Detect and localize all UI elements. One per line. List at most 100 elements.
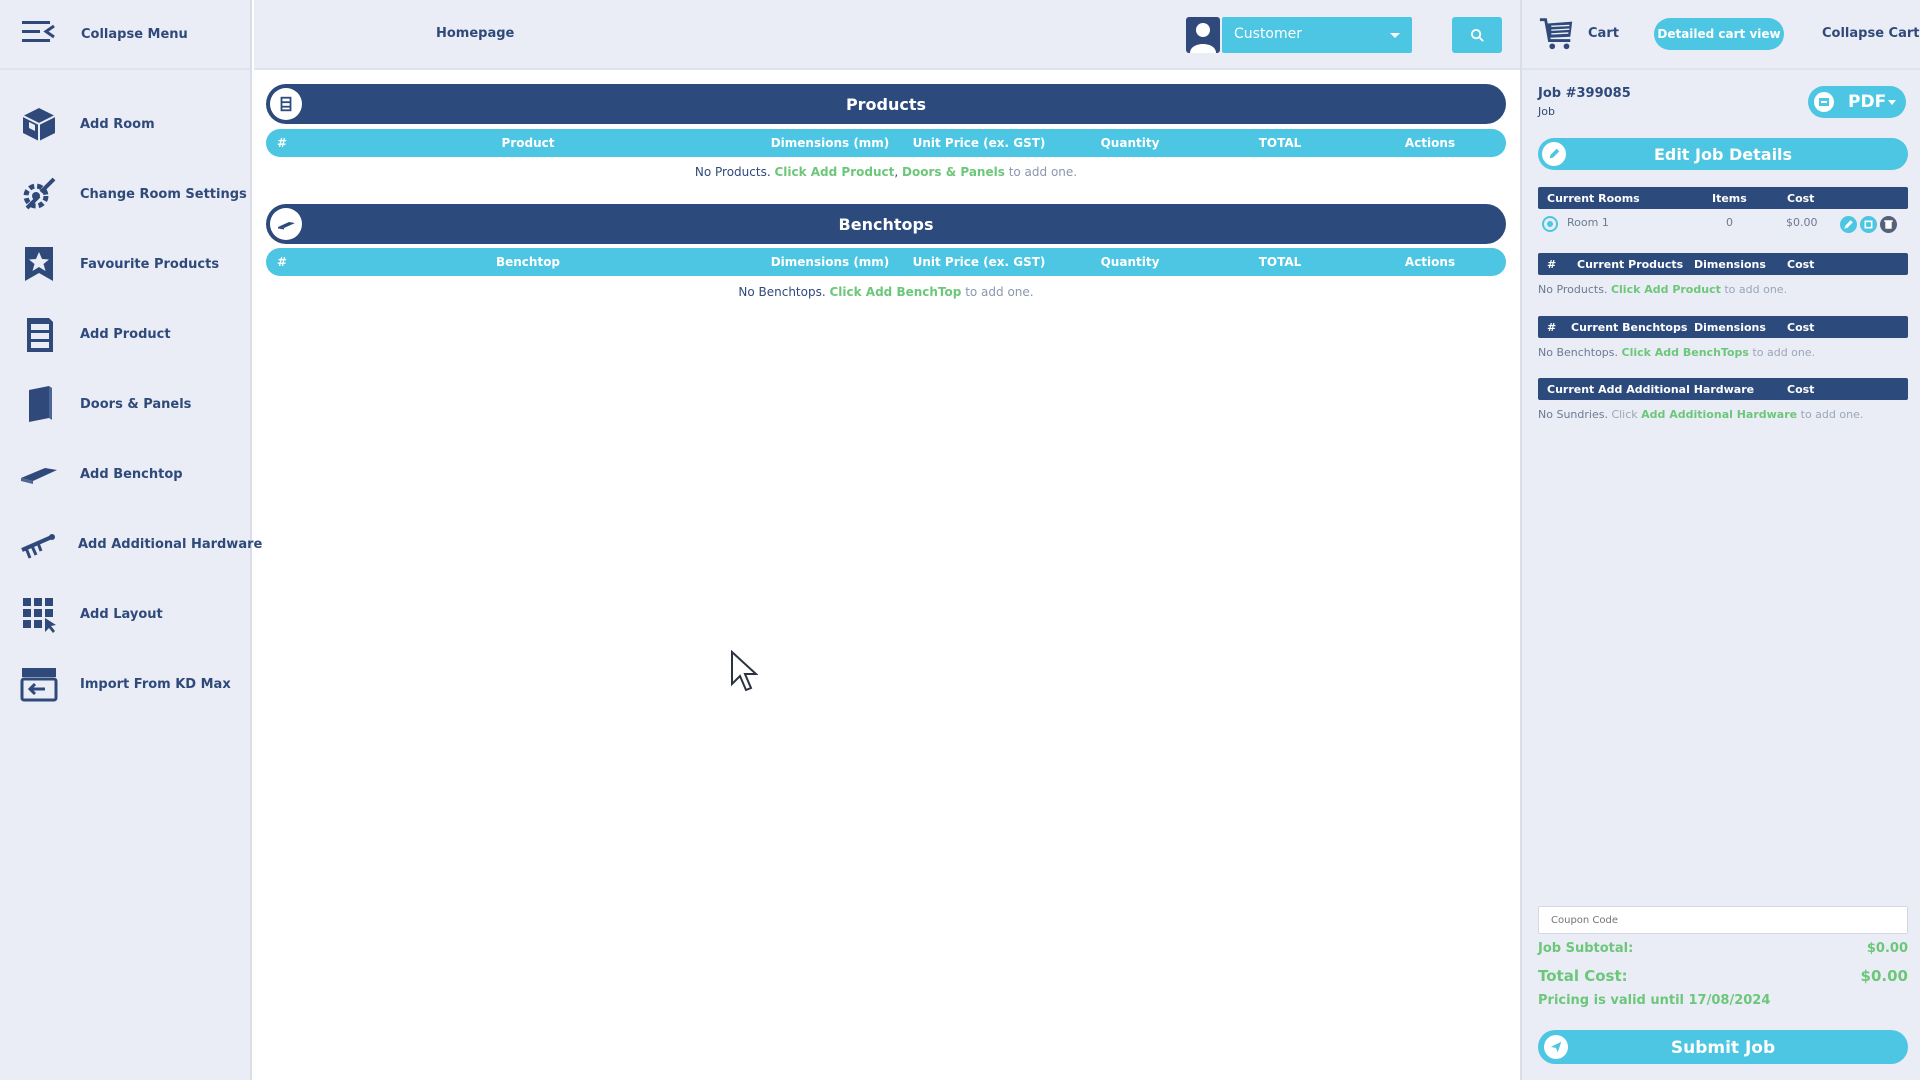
current-products-empty: No Products. Click Add Product to add on… [1538,283,1908,296]
empty-text: No Products. [694,165,771,179]
submit-job-label: Submit Job [1670,1038,1776,1058]
add-benchtop-link[interactable]: Click Add BenchTop [830,285,962,299]
print-icon [1814,92,1834,112]
column-header: Current Rooms [1547,192,1640,205]
cart-panel: Cart Detailed cart view Collapse Cart Jo… [1520,0,1920,1080]
empty-text: No Sundries. [1538,408,1608,421]
subtotal-label: Job Subtotal: [1538,941,1634,956]
rooms-table-header: Current Rooms Items Cost [1538,187,1908,209]
sidebar-item-add-layout[interactable]: Add Layout [0,586,250,642]
left-sidebar: Collapse Menu Add Room Change Room Setti… [0,0,262,1080]
column-header: Product [501,136,555,150]
tools-icon [18,173,60,215]
column-header: Cost [1787,258,1815,271]
cart-header: Cart Detailed cart view Collapse Cart [1522,0,1920,70]
sidebar-item-favourite-products[interactable]: Favourite Products [0,236,250,292]
current-hardware-empty: No Sundries. Click Add Additional Hardwa… [1538,408,1908,421]
collapse-cart-button[interactable]: Collapse Cart [1822,26,1919,41]
add-product-link[interactable]: Click Add Product [774,165,894,179]
room-radio[interactable] [1542,216,1558,232]
collapse-menu-label: Collapse Menu [81,26,188,42]
add-hardware-link[interactable]: Add Additional Hardware [1641,408,1797,421]
column-header: Cost [1787,383,1815,396]
sidebar-item-label: Import From KD Max [80,676,231,692]
collapse-menu-button[interactable]: Collapse Menu [0,0,250,70]
column-header: Actions [1404,136,1456,150]
pdf-dropdown-button[interactable]: PDF [1808,86,1906,118]
chevron-down-icon [1888,100,1896,105]
homepage-link[interactable]: Homepage [436,26,514,41]
detailed-cart-view-button[interactable]: Detailed cart view [1654,18,1784,50]
products-table-header: # Product Dimensions (mm) Unit Price (ex… [266,129,1506,157]
import-icon [18,663,60,705]
column-header: Cost [1787,192,1815,205]
column-header: Unit Price (ex. GST) [912,136,1046,150]
benchtops-table-header: # Benchtop Dimensions (mm) Unit Price (e… [266,248,1506,276]
total-value: $0.00 [1860,967,1908,985]
column-header: Actions [1404,255,1456,269]
validity-text: Pricing is valid until 17/08/2024 [1538,993,1771,1008]
sidebar-item-label: Change Room Settings [80,186,247,202]
empty-text: No Products. [1538,283,1608,296]
doors-panels-link[interactable]: Doors & Panels [902,165,1005,179]
add-benchtops-link[interactable]: Click Add BenchTops [1622,346,1749,359]
customer-select[interactable]: Customer [1222,17,1412,53]
column-header: # [1547,258,1557,271]
pdf-label: PDF [1848,92,1887,112]
search-button[interactable] [1452,17,1502,53]
mouse-cursor-icon [731,650,758,692]
room-items: 0 [1726,216,1733,229]
customer-select-value: Customer [1234,26,1303,42]
job-number: Job #399085 [1538,86,1631,101]
subtotal-value: $0.00 [1866,941,1908,956]
column-header: Items [1712,192,1747,205]
current-hardware-header: Current Add Additional Hardware Cost [1538,378,1908,400]
submit-job-button[interactable]: Submit Job [1538,1030,1908,1064]
sidebar-item-change-room-settings[interactable]: Change Room Settings [0,166,250,222]
current-benchtops-header: # Current Benchtops Dimensions Cost [1538,316,1908,338]
sidebar-item-add-product[interactable]: Add Product [0,306,250,362]
cart-icon [1538,14,1576,56]
column-header: Dimensions (mm) [770,136,890,150]
benchtops-section-header: Benchtops [266,204,1506,244]
top-bar: Homepage Customer [254,0,1520,70]
sidebar-item-add-benchtop[interactable]: Add Benchtop [0,446,250,502]
empty-suffix: to add one. [1724,283,1788,296]
sidebar-item-import-from-kd-max[interactable]: Import From KD Max [0,656,250,712]
sidebar-item-label: Add Benchtop [80,466,183,482]
sidebar-item-label: Add Room [80,116,155,132]
edit-job-details-button[interactable]: Edit Job Details [1538,138,1908,170]
empty-suffix: to add one. [1752,346,1816,359]
sidebar-item-label: Add Layout [80,606,163,622]
add-product-link[interactable]: Click Add Product [1611,283,1721,296]
search-icon [1470,28,1484,42]
sidebar-item-add-room[interactable]: Add Room [0,96,250,152]
sidebar-item-add-additional-hardware[interactable]: Add Additional Hardware [0,516,262,572]
current-benchtops-empty: No Benchtops. Click Add BenchTops to add… [1538,346,1908,359]
star-icon [18,243,60,285]
total-label: Total Cost: [1538,967,1628,985]
room-row[interactable]: Room 1 0 $0.00 [1538,212,1908,234]
column-header: # [276,255,288,269]
coupon-code-input[interactable] [1538,906,1908,934]
empty-suffix: to add one. [1008,165,1078,179]
copy-room-icon[interactable] [1860,216,1877,233]
column-header: TOTAL [1258,136,1302,150]
separator: , [894,165,899,179]
room-name: Room 1 [1567,216,1609,229]
edit-room-icon[interactable] [1840,216,1857,233]
delete-room-icon[interactable] [1880,216,1897,233]
cube-icon [18,103,60,145]
products-section-header: Products [266,84,1506,124]
sidebar-item-doors-panels[interactable]: Doors & Panels [0,376,250,432]
empty-suffix: to add one. [1800,408,1864,421]
pricing-validity: Pricing is valid until 17/08/2024 [1538,993,1908,1008]
benchtops-empty-message: No Benchtops. Click Add BenchTop to add … [266,285,1506,299]
grid-icon [18,593,60,635]
column-header: # [1547,321,1557,334]
job-subtotal-row: Job Subtotal: $0.00 [1538,941,1908,956]
chevron-down-icon [1390,33,1400,38]
cabinet-icon [18,313,60,355]
door-icon [18,383,60,425]
column-header: Current Products [1577,258,1684,271]
